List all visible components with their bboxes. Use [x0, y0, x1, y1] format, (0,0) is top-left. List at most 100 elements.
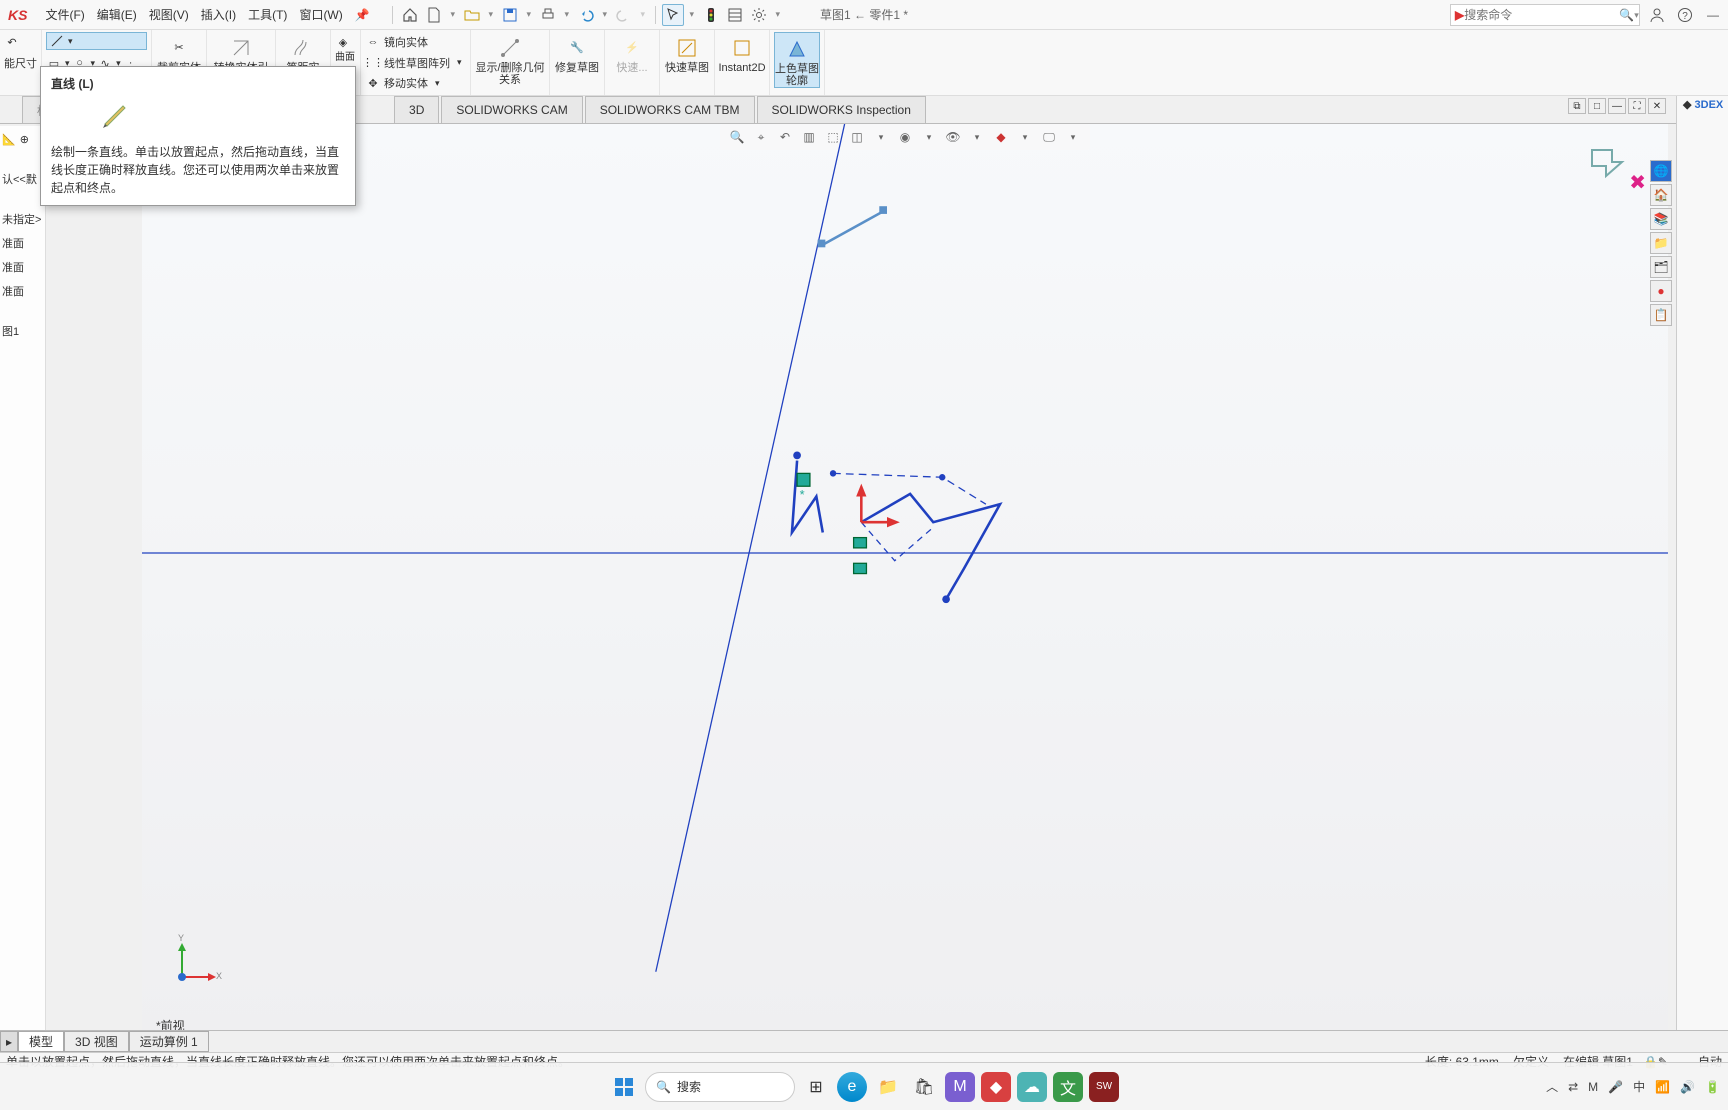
tree-plane3[interactable]: 准面 — [2, 282, 24, 300]
cancel-sketch-icon[interactable]: ✖ — [1629, 170, 1646, 195]
redo-dropdown-icon[interactable]: ▾ — [637, 4, 649, 26]
minimize-icon[interactable]: — — [1702, 4, 1724, 26]
tray-ime[interactable]: 中 — [1633, 1078, 1645, 1095]
quick-button[interactable]: ⚡快速... — [609, 32, 655, 74]
win-close-icon[interactable]: ✕ — [1648, 98, 1666, 114]
pattern-button[interactable]: ⋮⋮线性草图阵列▾ — [365, 53, 466, 73]
menu-edit[interactable]: 编辑(E) — [91, 6, 143, 23]
app1-icon[interactable]: M — [945, 1072, 975, 1102]
help-icon[interactable]: ? — [1674, 4, 1696, 26]
app4-icon[interactable]: 文 — [1053, 1072, 1083, 1102]
menu-file[interactable]: 文件(F) — [39, 6, 90, 23]
undo-dropdown-icon[interactable]: ▾ — [599, 4, 611, 26]
menu-window[interactable]: 窗口(W) — [293, 6, 348, 23]
folder-icon[interactable]: 📁 — [1650, 232, 1672, 254]
undo-icon[interactable] — [575, 4, 597, 26]
bottom-tabbar: ▸ 模型 3D 视图 运动算例 1 — [0, 1030, 1728, 1052]
bottom-tab-toggle[interactable]: ▸ — [0, 1031, 18, 1052]
task-pane: 🌐 🏠 📚 📁 🗂 ● 📋 — [1650, 160, 1672, 326]
win-min-icon[interactable]: — — [1608, 98, 1626, 114]
form-icon[interactable] — [724, 4, 746, 26]
pin-icon[interactable]: 📌 — [355, 8, 370, 22]
sw-icon[interactable]: SW — [1089, 1072, 1119, 1102]
sketch-geometry: * — [142, 124, 1668, 972]
settings-icon[interactable] — [748, 4, 770, 26]
user-icon[interactable] — [1646, 4, 1668, 26]
tray-wifi-icon[interactable]: 📶 — [1655, 1080, 1670, 1094]
undo-small-icon[interactable]: ↶ — [4, 32, 37, 52]
svg-text:?: ? — [1682, 11, 1688, 22]
tray-up-icon[interactable]: ︿ — [1546, 1078, 1558, 1095]
tray-sync-icon[interactable]: ⇄ — [1568, 1080, 1578, 1094]
new-dropdown-icon[interactable]: ▾ — [447, 4, 459, 26]
tray-mic-icon[interactable]: 🎤 — [1608, 1080, 1623, 1094]
tab-cam-tbm[interactable]: SOLIDWORKS CAM TBM — [585, 96, 755, 123]
store-icon[interactable]: 🛍 — [909, 1072, 939, 1102]
select-dropdown-icon[interactable]: ▾ — [686, 4, 698, 26]
tree-scheme[interactable]: 认<<默 — [2, 170, 37, 188]
win-restore-icon[interactable]: ⧉ — [1568, 98, 1586, 114]
start-icon[interactable] — [609, 1072, 639, 1102]
save-dropdown-icon[interactable]: ▾ — [523, 4, 535, 26]
instant2d-button[interactable]: Instant2D — [719, 32, 765, 74]
tray-batt-icon[interactable]: 🔋 — [1705, 1080, 1720, 1094]
tree-sketch[interactable]: 图1 — [2, 322, 19, 340]
bottom-tab-3dview[interactable]: 3D 视图 — [64, 1031, 129, 1052]
shade-sketch-button[interactable]: 上色草图轮廓 — [774, 32, 820, 88]
line-button[interactable]: ▾ — [46, 32, 147, 50]
bottom-tab-model[interactable]: 模型 — [18, 1031, 64, 1052]
win-expand-icon[interactable]: ⛶ — [1628, 98, 1646, 114]
new-icon[interactable] — [423, 4, 445, 26]
3dex-dock[interactable]: ◆ 3DEX — [1676, 96, 1728, 1040]
settings-dropdown-icon[interactable]: ▾ — [772, 4, 784, 26]
tree-unspec[interactable]: 未指定> — [2, 210, 41, 228]
search-icon[interactable]: 🔍 — [1619, 8, 1634, 22]
tree-plane1[interactable]: 准面 — [2, 234, 24, 252]
command-search[interactable]: ▶ 🔍 ▾ — [1450, 4, 1640, 26]
edge-icon[interactable]: e — [837, 1072, 867, 1102]
save-icon[interactable] — [499, 4, 521, 26]
tree-icons[interactable]: 📐⊕ — [2, 130, 29, 148]
smart-dimension-button[interactable]: 能尺寸 — [4, 53, 37, 73]
bottom-tab-motion[interactable]: 运动算例 1 — [129, 1031, 209, 1052]
open-dropdown-icon[interactable]: ▾ — [485, 4, 497, 26]
graphics-area[interactable]: 🔍 ⌖ ↶ ▥ ⬚ ◫ ▾ ◉ ▾ 👁 ▾ ◆ ▾ 🖵 ▾ * — [142, 124, 1668, 1040]
appearance-icon[interactable]: ● — [1650, 280, 1672, 302]
view-palette-icon[interactable]: 🗂 — [1650, 256, 1672, 278]
tab-cam[interactable]: SOLIDWORKS CAM — [441, 96, 582, 123]
home-panel-icon[interactable]: 🏠 — [1650, 184, 1672, 206]
traffic-icon[interactable] — [700, 4, 722, 26]
move-button[interactable]: ✥移动实体▾ — [365, 73, 466, 93]
open-icon[interactable] — [461, 4, 483, 26]
task-view-icon[interactable]: ⊞ — [801, 1072, 831, 1102]
menu-view[interactable]: 视图(V) — [143, 6, 195, 23]
relations-button[interactable]: 显示/删除几何关系 — [475, 32, 545, 86]
quick-sketch-button[interactable]: 快速草图 — [664, 32, 710, 74]
feature-tree: 📐⊕ 认<<默 未指定> 准面 准面 准面 图1 — [0, 126, 46, 1040]
print-icon[interactable] — [537, 4, 559, 26]
tray-m-icon[interactable]: M — [1588, 1080, 1598, 1094]
repair-button[interactable]: 🔧修复草图 — [554, 32, 600, 74]
select-icon[interactable] — [662, 4, 684, 26]
tab-3d[interactable]: 3D — [394, 96, 439, 123]
menu-tools[interactable]: 工具(T) — [242, 6, 293, 23]
menu-insert[interactable]: 插入(I) — [195, 6, 242, 23]
tree-plane2[interactable]: 准面 — [2, 258, 24, 276]
search-dropdown-icon[interactable]: ▾ — [1634, 10, 1639, 21]
redo-icon[interactable] — [613, 4, 635, 26]
home-icon[interactable] — [399, 4, 421, 26]
win-max-icon[interactable]: □ — [1588, 98, 1606, 114]
confirm-corner-icon[interactable] — [1588, 146, 1628, 180]
explorer-icon[interactable]: 📁 — [873, 1072, 903, 1102]
property-icon[interactable]: 📋 — [1650, 304, 1672, 326]
globe-icon[interactable]: 🌐 — [1650, 160, 1672, 182]
tray-vol-icon[interactable]: 🔊 — [1680, 1080, 1695, 1094]
tab-inspection[interactable]: SOLIDWORKS Inspection — [757, 96, 926, 123]
library-icon[interactable]: 📚 — [1650, 208, 1672, 230]
taskbar-search[interactable]: 🔍搜索 — [645, 1072, 795, 1102]
mirror-button[interactable]: ⇔镜向实体 — [365, 32, 466, 52]
print-dropdown-icon[interactable]: ▾ — [561, 4, 573, 26]
app3-icon[interactable]: ☁ — [1017, 1072, 1047, 1102]
search-input[interactable] — [1464, 8, 1619, 22]
app2-icon[interactable]: ◆ — [981, 1072, 1011, 1102]
